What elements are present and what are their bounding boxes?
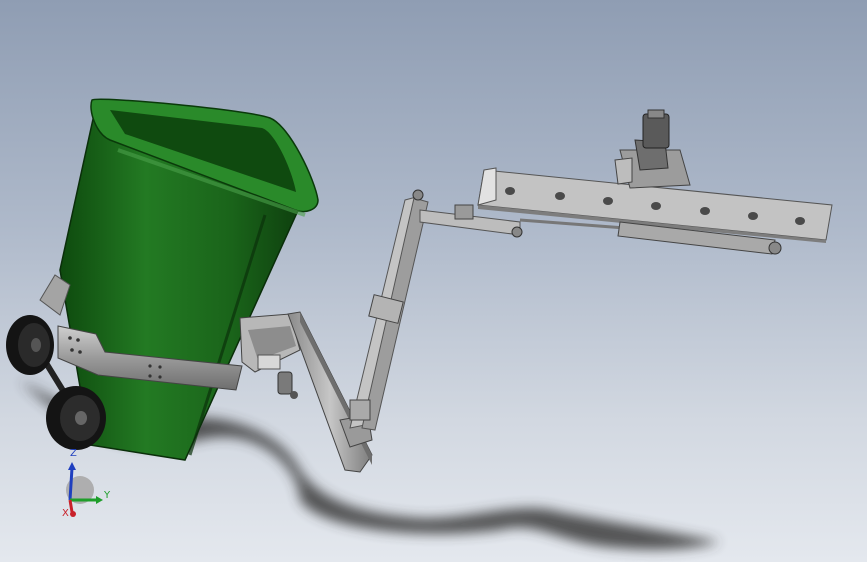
lift-cylinder [349, 189, 429, 431]
x-axis-label: X [62, 508, 69, 519]
x-axis-line [68, 499, 74, 513]
x-axis-arrow [70, 511, 76, 517]
reference-triad[interactable]: Z Y X [40, 448, 120, 528]
wheel-rear [6, 315, 54, 375]
z-axis-line [68, 467, 74, 501]
z-axis-label: Z [70, 448, 77, 459]
mount-plate [239, 313, 301, 399]
3d-viewport[interactable]: Z Y X [0, 0, 867, 562]
z-axis-arrow [68, 462, 76, 470]
drive-motor [614, 109, 691, 189]
y-axis-label: Y [104, 490, 111, 501]
wheel-front [46, 386, 106, 450]
y-axis-arrow [96, 496, 103, 504]
triad-axes [68, 462, 103, 517]
assembly-model[interactable] [0, 0, 867, 562]
